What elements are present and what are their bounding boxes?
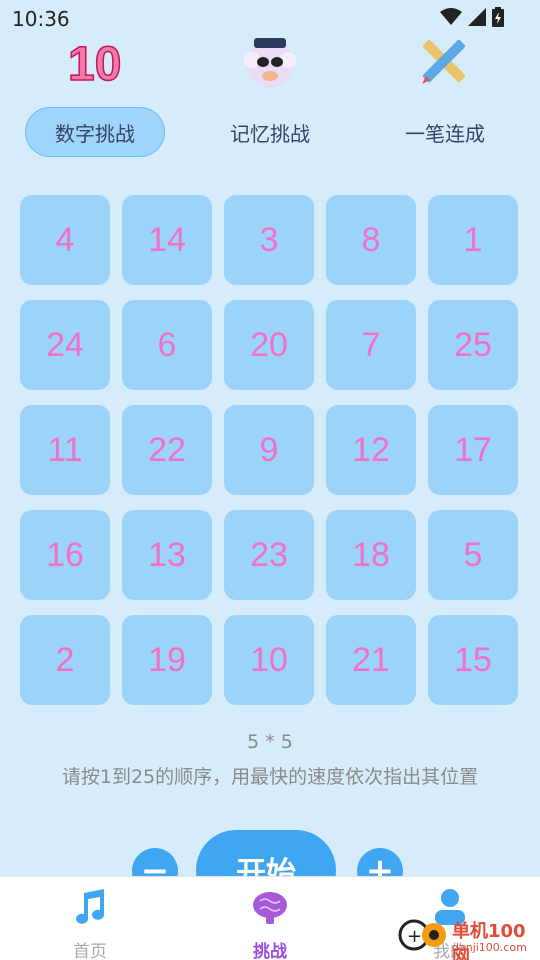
watermark: + 单机100网 danji100.com	[390, 905, 540, 960]
status-icons	[440, 7, 504, 27]
mode-icons: 10	[0, 32, 540, 92]
number-cell[interactable]: 5	[428, 510, 518, 600]
brain-avatar-icon[interactable]	[238, 32, 302, 90]
number-cell[interactable]: 23	[224, 510, 314, 600]
battery-icon	[492, 7, 504, 27]
number-cell[interactable]: 1	[428, 195, 518, 285]
number-cell[interactable]: 22	[122, 405, 212, 495]
number-cell[interactable]: 20	[224, 300, 314, 390]
signal-icon	[468, 8, 486, 26]
tab-one-stroke[interactable]: 一笔连成	[375, 107, 515, 157]
number-cell[interactable]: 17	[428, 405, 518, 495]
pencil-ruler-icon[interactable]	[412, 32, 476, 90]
number-10-icon[interactable]: 10	[62, 32, 126, 90]
status-time: 10:36	[12, 7, 70, 31]
number-cell[interactable]: 10	[224, 615, 314, 705]
music-note-icon	[76, 889, 104, 924]
instructions-text: 请按1到25的顺序，用最快的速度依次指出其位置	[61, 766, 479, 788]
number-cell[interactable]: 16	[20, 510, 110, 600]
grid-size-label: 5 * 5	[247, 731, 293, 753]
number-cell[interactable]: 13	[122, 510, 212, 600]
number-grid: 4 14 3 8 1 24 6 20 7 25 11 22 9 12 17 16 13 23 18 5 2 19 10 21 1…	[20, 195, 520, 707]
nav-challenge-label: 挑战	[253, 942, 287, 960]
number-cell[interactable]: 9	[224, 405, 314, 495]
number-cell[interactable]: 12	[326, 405, 416, 495]
number-cell[interactable]: 15	[428, 615, 518, 705]
number-cell[interactable]: 7	[326, 300, 416, 390]
nav-challenge[interactable]: 挑战	[215, 887, 325, 960]
number-cell[interactable]: 25	[428, 300, 518, 390]
number-cell[interactable]: 18	[326, 510, 416, 600]
number-cell[interactable]: 24	[20, 300, 110, 390]
number-cell[interactable]: 14	[122, 195, 212, 285]
tab-memory-challenge[interactable]: 记忆挑战	[200, 107, 340, 157]
number-cell[interactable]: 21	[326, 615, 416, 705]
number-cell[interactable]: 19	[122, 615, 212, 705]
watermark-url: danji100.com	[452, 941, 527, 954]
number-cell[interactable]: 2	[20, 615, 110, 705]
brain-icon	[253, 892, 287, 924]
wifi-icon	[440, 8, 462, 25]
number-cell[interactable]: 4	[20, 195, 110, 285]
number-cell[interactable]: 8	[326, 195, 416, 285]
number-cell[interactable]: 11	[20, 405, 110, 495]
nav-home-label: 首页	[73, 942, 107, 960]
svg-text:+: +	[407, 926, 422, 947]
svg-text:10: 10	[68, 38, 121, 90]
nav-home[interactable]: 首页	[35, 887, 145, 960]
challenge-tabs: 数字挑战 记忆挑战 一笔连成	[0, 107, 540, 159]
tab-number-challenge[interactable]: 数字挑战	[25, 107, 165, 157]
status-bar: 10:36	[0, 0, 540, 34]
number-cell[interactable]: 3	[224, 195, 314, 285]
number-cell[interactable]: 6	[122, 300, 212, 390]
watermark-logo-icon: +	[398, 919, 446, 951]
